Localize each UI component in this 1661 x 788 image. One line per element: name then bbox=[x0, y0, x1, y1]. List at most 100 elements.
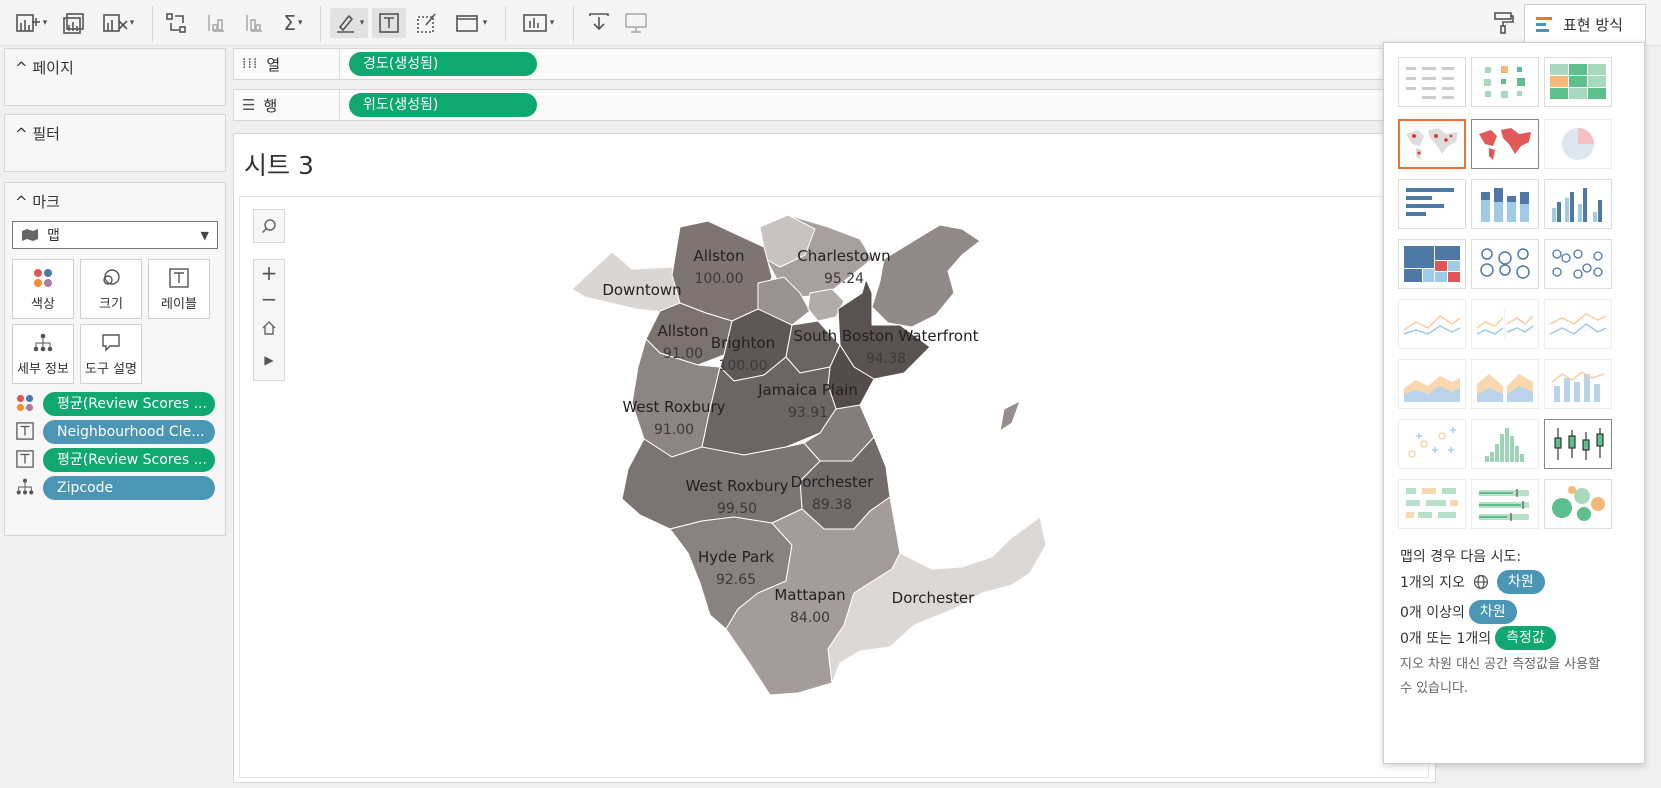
map-view[interactable]: + − ▶ Allston 100.00 Charlestown 95.24 D… bbox=[239, 196, 1429, 778]
packed-bubbles-option[interactable] bbox=[1544, 479, 1612, 529]
mark-type-value: 맵 bbox=[47, 228, 60, 244]
circle-views-option[interactable] bbox=[1471, 239, 1539, 289]
format-icon bbox=[417, 13, 436, 33]
lines-discrete-option[interactable] bbox=[1471, 299, 1539, 349]
columns-icon: ⁞⁞⁞ bbox=[242, 56, 259, 72]
color-button[interactable]: 색상 bbox=[12, 259, 74, 319]
histogram-icon bbox=[1485, 428, 1524, 462]
dual-combination-option[interactable] bbox=[1544, 359, 1612, 409]
hint3-text: 0개 또는 1개의 bbox=[1400, 631, 1492, 647]
highlight-button[interactable]: ▾ bbox=[330, 8, 368, 38]
side-by-side-bars-icon bbox=[1552, 188, 1602, 222]
dual-lines-option[interactable] bbox=[1544, 299, 1612, 349]
region-east-boston[interactable] bbox=[871, 224, 981, 328]
packed-bubbles-icon bbox=[1552, 486, 1605, 521]
sort-ascending-button[interactable] bbox=[202, 8, 228, 38]
mark-type-dropdown[interactable]: 맵 ▼ bbox=[12, 221, 218, 249]
lines-discrete-icon bbox=[1476, 308, 1534, 340]
hint-note-line2: 수 있습니다. bbox=[1400, 681, 1469, 696]
new-sheet-button[interactable]: ▾ bbox=[14, 8, 48, 38]
area-discrete-option[interactable] bbox=[1471, 359, 1539, 409]
mark-field-pill[interactable]: 평균(Review Scores ... bbox=[43, 392, 215, 416]
format-painter-button[interactable] bbox=[1490, 8, 1516, 38]
hint2-text: 0개 이상의 bbox=[1400, 605, 1465, 621]
download-button[interactable] bbox=[585, 8, 613, 38]
pie-chart-option[interactable] bbox=[1544, 119, 1612, 169]
filters-card: ^ 필터 bbox=[4, 114, 226, 172]
sort-descending-button[interactable] bbox=[240, 8, 266, 38]
side-by-side-bars-option[interactable] bbox=[1544, 179, 1612, 229]
collapse-icon[interactable]: ^ bbox=[15, 125, 28, 143]
totals-button[interactable]: Σ ▾ bbox=[278, 8, 308, 38]
filled-map-option[interactable] bbox=[1471, 119, 1539, 169]
fit-icon bbox=[455, 15, 478, 32]
pie-chart-icon bbox=[1562, 128, 1594, 160]
gantt-chart-option[interactable] bbox=[1398, 479, 1466, 529]
clear-sheet-button[interactable]: ▾ bbox=[100, 8, 136, 38]
bullet-graph-option[interactable] bbox=[1471, 479, 1539, 529]
tooltip-button[interactable]: 도구 설명 bbox=[80, 324, 142, 384]
collapse-icon[interactable]: ^ bbox=[15, 193, 28, 211]
columns-shelf[interactable]: ⁞⁞⁞ 열 경도(생성됨) bbox=[233, 48, 1561, 80]
latitude-pill[interactable]: 위도(생성됨) bbox=[349, 93, 537, 117]
hint-measures: 0개 또는 1개의 측정값 bbox=[1400, 626, 1556, 650]
color-label: 색상 bbox=[31, 296, 55, 312]
rows-shelf[interactable]: ☰ 행 위도(생성됨) bbox=[233, 89, 1561, 121]
detail-button[interactable]: 세부 정보 bbox=[12, 324, 74, 384]
label-icon bbox=[15, 421, 35, 441]
symbol-table-option[interactable] bbox=[1471, 57, 1539, 107]
gantt-chart-icon bbox=[1406, 488, 1458, 518]
histogram-option[interactable] bbox=[1471, 419, 1539, 469]
show-me-button[interactable]: 표현 방식 bbox=[1524, 4, 1646, 44]
text-table-option[interactable] bbox=[1398, 57, 1466, 107]
dual-lines-icon bbox=[1549, 313, 1607, 335]
region-island[interactable] bbox=[999, 399, 1021, 433]
presentation-icon bbox=[625, 13, 647, 33]
swap-icon bbox=[166, 13, 186, 33]
choropleth-map bbox=[571, 214, 1047, 696]
stacked-bars-option[interactable] bbox=[1471, 179, 1539, 229]
treemap-icon bbox=[1404, 246, 1460, 282]
label-label: 레이블 bbox=[161, 296, 197, 312]
symbol-map-icon bbox=[1406, 128, 1458, 160]
show-me-icon bbox=[1536, 16, 1552, 32]
chevron-down-icon: ▼ bbox=[200, 228, 209, 242]
swap-rows-columns-button[interactable] bbox=[164, 8, 190, 38]
hint3-pill: 측정값 bbox=[1495, 626, 1556, 650]
area-continuous-icon bbox=[1404, 376, 1460, 402]
box-whisker-option[interactable] bbox=[1544, 419, 1612, 469]
filters-title: 필터 bbox=[32, 125, 60, 143]
side-by-side-circles-option[interactable] bbox=[1544, 239, 1612, 289]
area-continuous-option[interactable] bbox=[1398, 359, 1466, 409]
format-workbook-button[interactable] bbox=[414, 8, 440, 38]
treemap-option[interactable] bbox=[1398, 239, 1466, 289]
presentation-button[interactable] bbox=[622, 8, 650, 38]
circle-views-icon bbox=[1480, 248, 1530, 279]
collapse-icon[interactable]: ^ bbox=[15, 59, 28, 77]
mark-field-pill[interactable]: Zipcode bbox=[43, 476, 215, 500]
scatter-plot-option[interactable] bbox=[1398, 419, 1466, 469]
columns-label: 열 bbox=[266, 55, 281, 74]
pages-title: 페이지 bbox=[32, 59, 74, 77]
rows-label: 행 bbox=[263, 96, 278, 115]
horizontal-bars-option[interactable] bbox=[1398, 179, 1466, 229]
text-label-icon bbox=[379, 13, 399, 33]
symbol-table-icon bbox=[1484, 66, 1525, 98]
detail-label: 세부 정보 bbox=[17, 361, 69, 377]
symbol-map-option[interactable] bbox=[1398, 119, 1466, 169]
size-button[interactable]: 크기 bbox=[80, 259, 142, 319]
fit-button[interactable]: ▾ bbox=[452, 8, 490, 38]
box-whisker-icon bbox=[1554, 428, 1604, 460]
mark-field-pill[interactable]: Neighbourhood Cle... bbox=[43, 420, 215, 444]
longitude-pill[interactable]: 경도(생성됨) bbox=[349, 52, 537, 76]
heat-map-option[interactable] bbox=[1544, 57, 1612, 107]
mark-field-pill[interactable]: 평균(Review Scores ... bbox=[43, 448, 215, 472]
lines-continuous-option[interactable] bbox=[1398, 299, 1466, 349]
marks-title: 마크 bbox=[32, 193, 60, 211]
label-button[interactable]: 레이블 bbox=[148, 259, 210, 319]
duplicate-sheet-button[interactable] bbox=[60, 8, 88, 38]
show-labels-button[interactable] bbox=[372, 8, 406, 38]
detail-icon bbox=[15, 477, 35, 497]
tooltip-label: 도구 설명 bbox=[85, 361, 137, 377]
show-cards-button[interactable]: ▾ bbox=[518, 8, 558, 38]
